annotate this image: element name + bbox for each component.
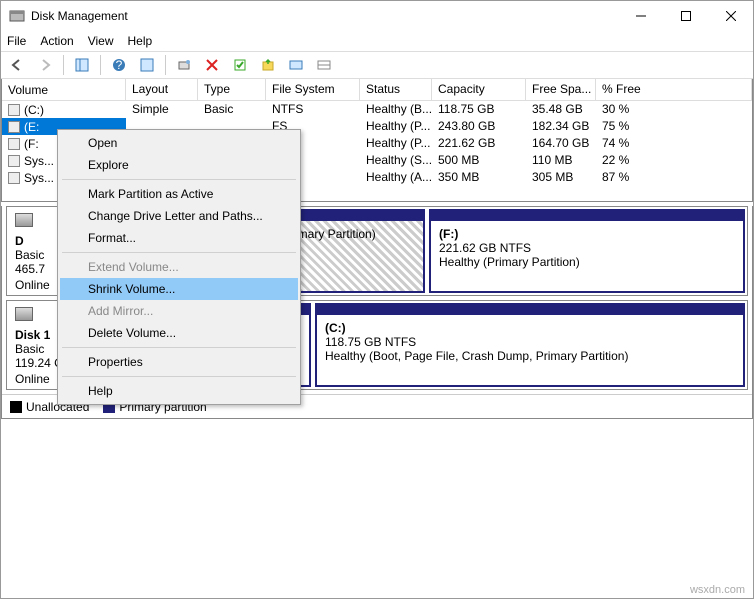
col-filesystem[interactable]: File System [266,79,360,100]
help-button[interactable]: ? [107,53,131,77]
menu-help[interactable]: Help [128,34,153,48]
menu-view[interactable]: View [88,34,114,48]
ctx-properties[interactable]: Properties [60,351,298,373]
col-pctfree[interactable]: % Free [596,79,752,100]
partition-box[interactable]: (F:) 221.62 GB NTFS Healthy (Primary Par… [429,209,745,293]
refresh-button[interactable] [172,53,196,77]
ctx-shrink-volume[interactable]: Shrink Volume... [60,278,298,300]
watermark: wsxdn.com [690,584,745,596]
toolbar: ? [1,51,753,79]
drive-icon [8,172,20,184]
svg-text:?: ? [116,58,123,72]
menu-action[interactable]: Action [40,34,73,48]
ctx-open[interactable]: Open [60,132,298,154]
back-button[interactable] [5,53,29,77]
show-hide-console-button[interactable] [70,53,94,77]
col-status[interactable]: Status [360,79,432,100]
partition-box[interactable]: (C:) 118.75 GB NTFS Healthy (Boot, Page … [315,303,745,387]
forward-button[interactable] [33,53,57,77]
drive-icon [8,138,20,150]
table-row[interactable]: (C:) Simple Basic NTFS Healthy (B... 118… [2,101,752,118]
drive-icon [8,121,20,133]
ctx-add-mirror: Add Mirror... [60,300,298,322]
action3-button[interactable] [284,53,308,77]
ctx-delete-volume[interactable]: Delete Volume... [60,322,298,344]
action2-button[interactable] [256,53,280,77]
ctx-explore[interactable]: Explore [60,154,298,176]
minimize-button[interactable] [618,1,663,31]
ctx-help[interactable]: Help [60,380,298,402]
delete-button[interactable] [200,53,224,77]
window-title: Disk Management [31,9,618,23]
col-free[interactable]: Free Spa... [526,79,596,100]
ctx-format[interactable]: Format... [60,227,298,249]
col-volume[interactable]: Volume [2,79,126,100]
disk-icon [15,213,33,227]
volume-header: Volume Layout Type File System Status Ca… [2,79,752,101]
menubar: File Action View Help [1,31,753,51]
action4-button[interactable] [312,53,336,77]
col-capacity[interactable]: Capacity [432,79,526,100]
menu-file[interactable]: File [7,34,26,48]
action1-button[interactable] [228,53,252,77]
settings-button[interactable] [135,53,159,77]
ctx-extend-volume: Extend Volume... [60,256,298,278]
titlebar: Disk Management [1,1,753,31]
context-menu: Open Explore Mark Partition as Active Ch… [57,129,301,405]
col-layout[interactable]: Layout [126,79,198,100]
drive-icon [8,104,20,116]
drive-icon [8,155,20,167]
close-button[interactable] [708,1,753,31]
ctx-mark-active[interactable]: Mark Partition as Active [60,183,298,205]
maximize-button[interactable] [663,1,708,31]
ctx-change-drive-letter[interactable]: Change Drive Letter and Paths... [60,205,298,227]
disk-icon [15,307,33,321]
col-type[interactable]: Type [198,79,266,100]
app-icon [9,8,25,24]
